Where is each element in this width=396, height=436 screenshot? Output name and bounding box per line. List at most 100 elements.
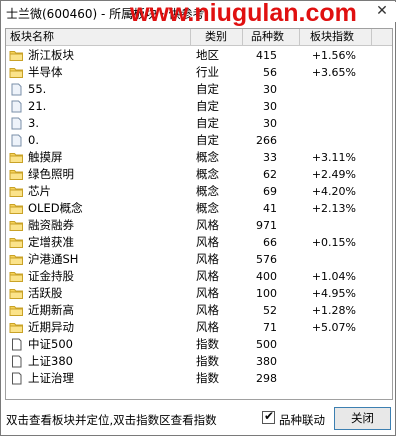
list-item[interactable]: 半导体 行业 56 +3.65%: [6, 64, 392, 81]
list-item[interactable]: 芯片 概念 69 +4.20%: [6, 183, 392, 200]
list-item[interactable]: 定增获准 风格 66 +0.15%: [6, 234, 392, 251]
sector-name: 上证380: [28, 354, 73, 368]
folder-icon: [9, 219, 24, 232]
sector-name: 近期异动: [28, 320, 74, 334]
sector-count: 33: [263, 151, 277, 164]
sector-type: 概念: [196, 201, 219, 215]
sector-name: 定增获准: [28, 235, 74, 249]
folder-icon: [9, 321, 24, 334]
sector-type: 风格: [196, 320, 219, 334]
sector-type: 自定: [196, 99, 219, 113]
watermark-text: www.niugulan.com: [130, 0, 357, 27]
sector-index-change: [302, 81, 356, 98]
sector-index-change: +0.15%: [311, 236, 356, 249]
sector-name: 绿色照明: [28, 167, 74, 181]
sector-name: 0.: [28, 133, 39, 147]
list-item[interactable]: 沪港通SH 风格 576: [6, 251, 392, 268]
sector-type: 自定: [196, 82, 219, 96]
sector-name: 上证治理: [28, 371, 74, 385]
column-header-type[interactable]: 类别: [191, 29, 243, 46]
sector-name: 半导体: [28, 65, 63, 79]
sector-count: 30: [263, 83, 277, 96]
list-item[interactable]: 证金持股 风格 400 +1.04%: [6, 268, 392, 285]
folder-icon: [9, 49, 24, 62]
sector-index-change: +1.04%: [311, 270, 356, 283]
list-item[interactable]: 近期新高 风格 52 +1.28%: [6, 302, 392, 319]
custom-page-icon: [9, 83, 24, 96]
sector-index-change: +4.95%: [311, 287, 356, 300]
sector-count: 576: [256, 253, 277, 266]
list-item[interactable]: 上证治理 指数 298: [6, 370, 392, 387]
sector-name: OLED概念: [28, 201, 83, 215]
sector-type: 风格: [196, 218, 219, 232]
sector-type: 自定: [196, 133, 219, 147]
sector-count: 71: [263, 321, 277, 334]
list-item[interactable]: 55. 自定 30: [6, 81, 392, 98]
sector-count: 56: [263, 66, 277, 79]
sector-index-change: +4.20%: [311, 185, 356, 198]
list-item[interactable]: 绿色照明 概念 62 +2.49%: [6, 166, 392, 183]
link-checkbox[interactable]: ✔: [262, 409, 275, 424]
sector-index-change: [302, 353, 356, 370]
sector-count: 415: [256, 49, 277, 62]
column-header-name[interactable]: 板块名称: [6, 29, 191, 46]
document-icon: [9, 338, 24, 351]
sector-window: 士兰微(600460) - 所属板块 · 供参考 www.niugulan.co…: [0, 0, 396, 436]
list-item[interactable]: 上证380 指数 380: [6, 353, 392, 370]
column-header-count[interactable]: 品种数: [243, 29, 300, 46]
list-item[interactable]: 3. 自定 30: [6, 115, 392, 132]
custom-page-icon: [9, 117, 24, 130]
sector-count: 30: [263, 100, 277, 113]
list-header: 板块名称 类别 品种数 板块指数: [6, 29, 392, 46]
list-item[interactable]: 21. 自定 30: [6, 98, 392, 115]
sector-index-change: +5.07%: [311, 321, 356, 334]
folder-icon: [9, 236, 24, 249]
sector-name: 中证500: [28, 337, 73, 351]
sector-index-change: +1.28%: [311, 304, 356, 317]
sector-count: 971: [256, 219, 277, 232]
sector-count: 52: [263, 304, 277, 317]
close-button[interactable]: 关闭: [334, 407, 391, 430]
sector-type: 风格: [196, 269, 219, 283]
sector-name: 3.: [28, 116, 39, 130]
sector-type: 风格: [196, 286, 219, 300]
list-item[interactable]: 近期异动 风格 71 +5.07%: [6, 319, 392, 336]
list-item[interactable]: 浙江板块 地区 415 +1.56%: [6, 47, 392, 64]
folder-icon: [9, 66, 24, 79]
sector-name: 触摸屏: [28, 150, 63, 164]
sector-name: 融资融券: [28, 218, 74, 232]
sector-count: 298: [256, 372, 277, 385]
sector-count: 100: [256, 287, 277, 300]
sector-index-change: +3.65%: [311, 66, 356, 79]
sector-count: 30: [263, 117, 277, 130]
sector-list[interactable]: 板块名称 类别 品种数 板块指数 浙江板块 地区 415 +1.56% 半导体 行业 56 +…: [5, 28, 393, 400]
sector-type: 风格: [196, 252, 219, 266]
sector-name: 近期新高: [28, 303, 74, 317]
title-bar[interactable]: 士兰微(600460) - 所属板块 · 供参考 www.niugulan.co…: [2, 0, 396, 27]
column-header-index[interactable]: 板块指数: [300, 29, 372, 46]
sector-count: 41: [263, 202, 277, 215]
sector-count: 66: [263, 236, 277, 249]
sector-count: 266: [256, 134, 277, 147]
sector-name: 55.: [28, 82, 47, 96]
sector-type: 指数: [196, 337, 219, 351]
sector-index-change: [302, 336, 356, 353]
sector-type: 风格: [196, 235, 219, 249]
sector-type: 指数: [196, 354, 219, 368]
sector-name: 21.: [28, 99, 47, 113]
folder-icon: [9, 168, 24, 181]
list-item[interactable]: 活跃股 风格 100 +4.95%: [6, 285, 392, 302]
list-item[interactable]: 中证500 指数 500: [6, 336, 392, 353]
link-checkbox-label[interactable]: 品种联动: [279, 412, 325, 428]
sector-count: 500: [256, 338, 277, 351]
folder-icon: [9, 253, 24, 266]
sector-name: 芯片: [28, 184, 51, 198]
window-close-icon[interactable]: ✕: [374, 3, 390, 19]
list-item[interactable]: OLED概念 概念 41 +2.13%: [6, 200, 392, 217]
list-item[interactable]: 触摸屏 概念 33 +3.11%: [6, 149, 392, 166]
sector-index-change: [302, 217, 356, 234]
sector-count: 62: [263, 168, 277, 181]
list-item[interactable]: 0. 自定 266: [6, 132, 392, 149]
list-item[interactable]: 融资融券 风格 971: [6, 217, 392, 234]
sector-type: 指数: [196, 371, 219, 385]
